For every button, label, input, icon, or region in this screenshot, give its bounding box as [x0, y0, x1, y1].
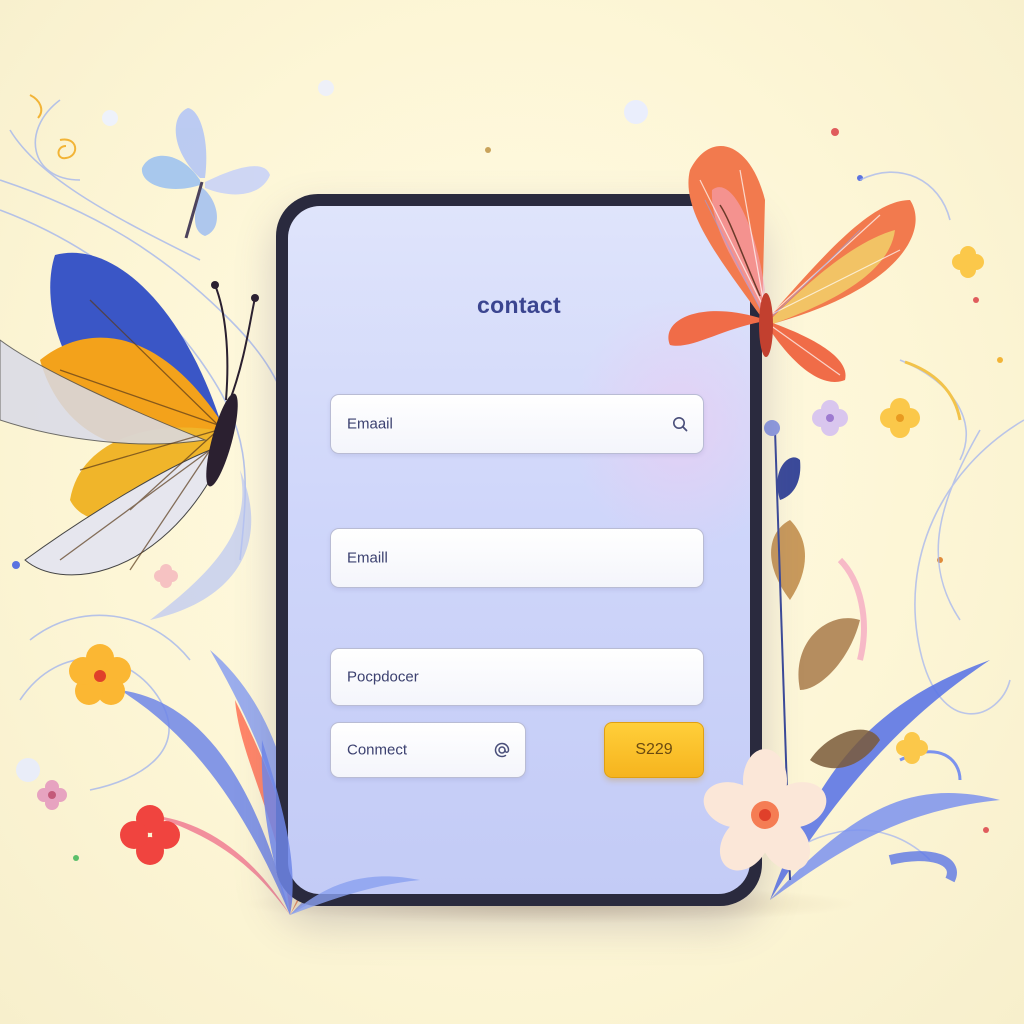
floating-dot [12, 561, 20, 569]
submit-button[interactable]: S229 [604, 722, 704, 778]
email-field-search[interactable]: Emaail [330, 394, 704, 454]
connect-field[interactable]: Conmect [330, 722, 526, 778]
floating-dot [857, 175, 863, 181]
small-yellow-flower [952, 246, 984, 278]
small-lilac-flower [812, 400, 848, 436]
floating-dot [983, 827, 989, 833]
floating-dot [997, 357, 1003, 363]
password-field[interactable]: Pocpdocer [330, 648, 704, 706]
floating-dot [318, 80, 334, 96]
floating-dot [624, 100, 648, 124]
floating-dot [973, 297, 979, 303]
swirl-accent [57, 138, 76, 160]
floating-dot [485, 147, 491, 153]
password-field-text: Pocpdocer [347, 668, 419, 686]
red-flower [120, 805, 180, 865]
phone-device: contact Emaail Emaill Pocpdocer Conmect … [276, 194, 762, 906]
swirl-accent [29, 94, 43, 119]
phone-screen: contact Emaail Emaill Pocpdocer Conmect … [288, 206, 750, 894]
floating-dot [73, 855, 79, 861]
email-field-search-text: Emaail [347, 415, 393, 433]
small-pink-flower [37, 780, 67, 810]
floating-dot [16, 758, 40, 782]
connect-field-text: Conmect [347, 741, 408, 759]
yellow-flower [69, 644, 131, 705]
floating-dot [831, 128, 839, 136]
at-sign-icon[interactable] [493, 741, 511, 759]
small-butterfly [141, 108, 270, 239]
page-title: contact [477, 292, 561, 318]
floating-dot [102, 110, 118, 126]
small-yellow-flower [880, 398, 920, 438]
search-icon[interactable] [671, 415, 689, 433]
email-field-text: Emaill [347, 549, 388, 567]
large-butterfly [0, 252, 259, 576]
email-field[interactable]: Emaill [330, 528, 704, 588]
tiny-pink-flower [154, 564, 178, 588]
right-plant [764, 420, 1000, 900]
